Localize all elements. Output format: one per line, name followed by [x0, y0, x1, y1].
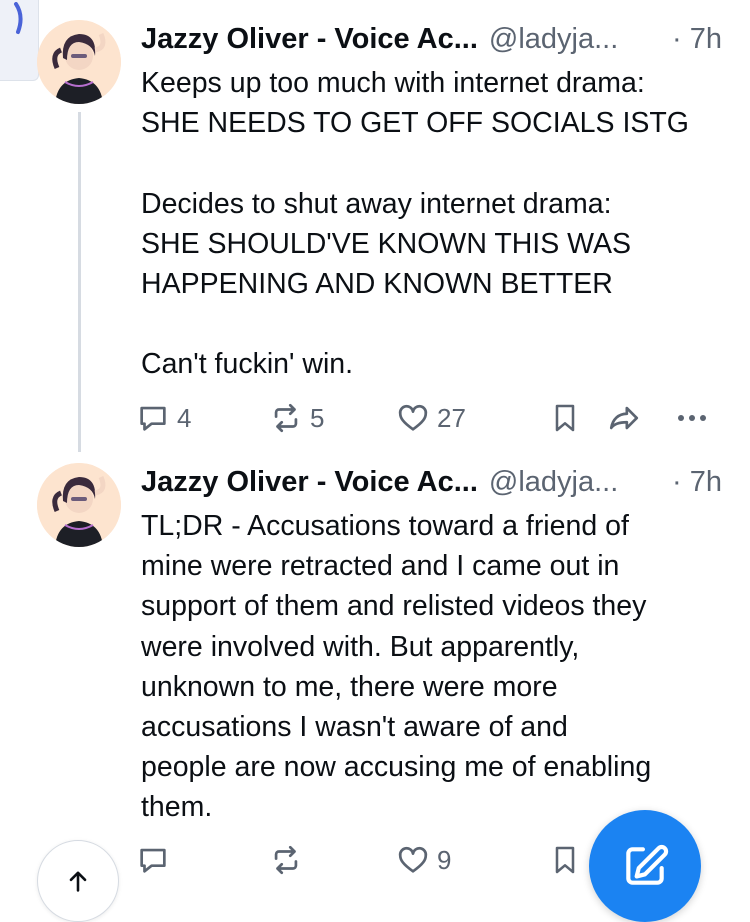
post-text: TL;DR - Accusations toward a friend of m… [141, 510, 652, 824]
author-name[interactable]: Jazzy Oliver - Voice Ac... [141, 23, 478, 56]
repost-count: 5 [310, 402, 325, 433]
ellipsis-icon [678, 415, 706, 421]
arrow-up-icon [69, 871, 87, 892]
post-time: · 7h [672, 22, 722, 55]
avatar[interactable] [37, 20, 121, 104]
repost-arrows-icon [274, 403, 298, 433]
author-name[interactable]: Jazzy Oliver - Voice Ac... [141, 466, 478, 499]
post-header: Jazzy Oliver - Voice Ac... @ladyja... · … [141, 462, 722, 502]
share-arrow-icon [609, 406, 639, 430]
post-time: · 7h [672, 465, 722, 498]
more-button[interactable] [674, 398, 710, 438]
like-count: 9 [437, 844, 452, 875]
post-text: Keeps up too much with internet drama: S… [141, 67, 689, 381]
back-tab[interactable] [0, 0, 39, 81]
bookmark-button[interactable] [549, 840, 581, 880]
post-header: Jazzy Oliver - Voice Ac... @ladyja... · … [141, 19, 722, 59]
scroll-to-top-button[interactable] [37, 840, 119, 922]
bookmark-icon [555, 846, 575, 874]
author-handle[interactable]: @ladyja... [489, 466, 618, 499]
author-handle[interactable]: @ladyja... [489, 23, 618, 56]
like-count: 27 [437, 402, 466, 433]
heart-icon [398, 846, 428, 873]
bookmark-button[interactable] [549, 398, 581, 438]
compose-button[interactable] [589, 810, 701, 922]
avatar[interactable] [37, 463, 121, 547]
reply-button[interactable]: 4 [136, 398, 191, 438]
like-button[interactable]: 9 [396, 840, 451, 880]
repost-button[interactable]: 5 [269, 398, 324, 438]
reply-button[interactable] [136, 840, 170, 880]
repost-arrows-icon [274, 845, 298, 875]
share-button[interactable] [606, 398, 642, 438]
reply-count: 4 [177, 402, 192, 433]
repost-button[interactable] [269, 840, 303, 880]
comment-bubble-icon [140, 406, 166, 431]
heart-icon [398, 404, 428, 431]
thread-connector-line [78, 112, 81, 452]
comment-bubble-icon [140, 848, 166, 873]
like-button[interactable]: 27 [396, 398, 466, 438]
chevron-icon [14, 2, 23, 34]
bookmark-icon [555, 404, 575, 432]
pencil-square-icon [626, 844, 669, 885]
post-actions: 4 5 27 [136, 398, 720, 438]
